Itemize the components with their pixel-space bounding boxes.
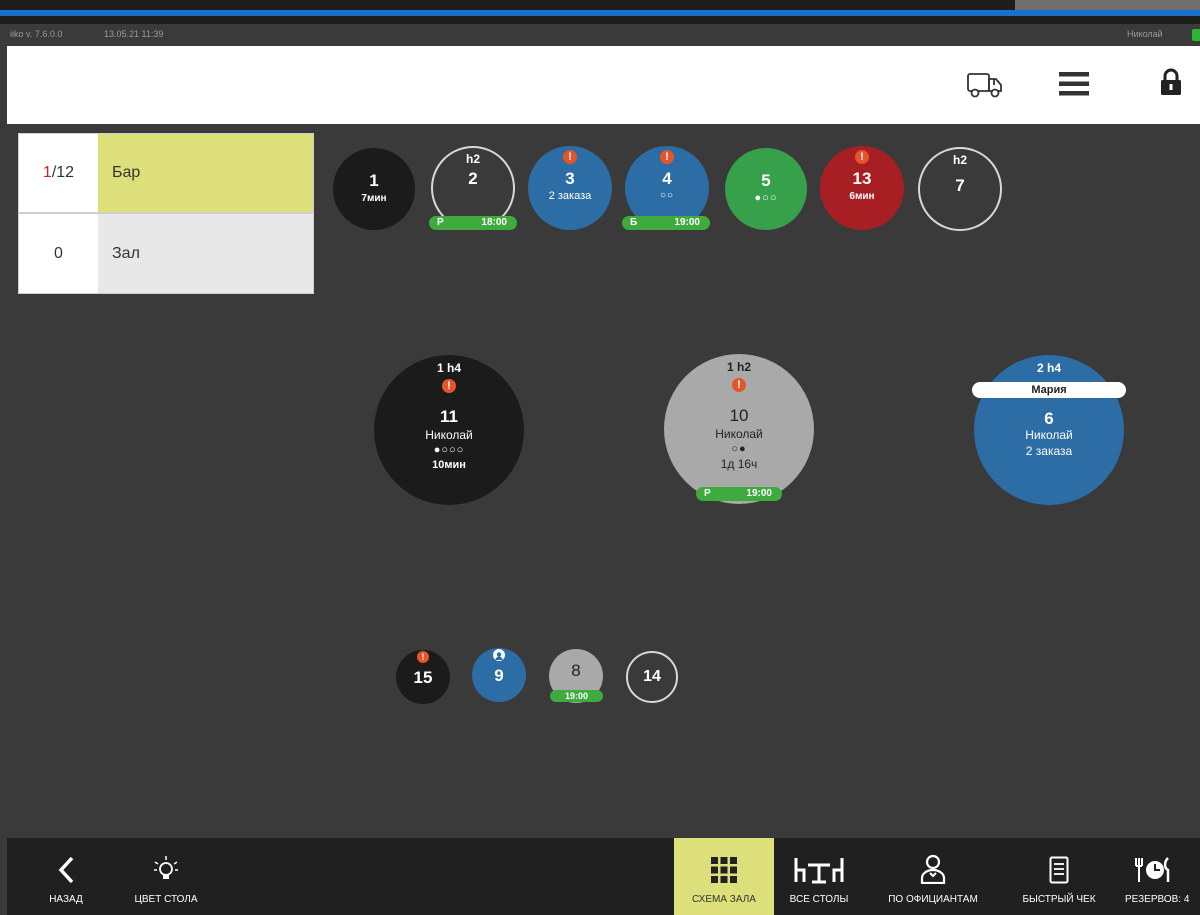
table-seats: h2 [952, 153, 967, 167]
table-color-label: ЦВЕТ СТОЛА [134, 894, 198, 905]
receipt-icon [1049, 842, 1069, 884]
table-1[interactable]: 1 7мин [333, 148, 415, 230]
table-number: 10 [729, 406, 749, 425]
app-version: iiko v. 7.6.0.0 [10, 29, 63, 39]
table-chairs-icon [794, 842, 844, 884]
table-number: 1 [369, 171, 379, 190]
table-number: 8 [571, 661, 581, 680]
table-number: 2 [468, 169, 478, 188]
table-number: 3 [565, 169, 575, 188]
section-name: Зал [98, 214, 313, 293]
table-number: 14 [643, 668, 661, 685]
bottom-toolbar: НАЗАД ЦВЕТ СТОЛА СХЕМА ЗАЛА ВСЕ СТОЛЫ ПО… [7, 838, 1200, 915]
alert-icon: ! [442, 379, 456, 393]
table-timer: 1д 16ч [720, 457, 758, 471]
current-datetime: 13.05.21 11:39 [104, 29, 164, 39]
quick-check-button[interactable]: БЫСТРЫЙ ЧЕК [1011, 838, 1107, 915]
table-number: 11 [440, 407, 458, 426]
by-waiters-label: ПО ОФИЦИАНТАМ [888, 894, 978, 905]
table-15[interactable]: ! 15 [396, 650, 450, 704]
back-label: НАЗАД [49, 894, 83, 905]
all-tables-button[interactable]: ВСЕ СТОЛЫ [780, 838, 858, 915]
hall-scheme-label: СХЕМА ЗАЛА [692, 894, 756, 905]
alert-icon: ! [855, 150, 869, 164]
table-seats: 2 h4 [1036, 361, 1061, 375]
hall-scheme-button[interactable]: СХЕМА ЗАЛА [674, 838, 774, 915]
lock-icon[interactable] [1160, 68, 1182, 100]
waiter-icon [920, 842, 946, 884]
connection-status-indicator [1192, 29, 1200, 41]
section-table-count: 0 [54, 244, 63, 262]
system-bar: iiko v. 7.6.0.0 13.05.21 11:39 Николай [0, 24, 1200, 46]
table-number: 9 [494, 666, 504, 685]
section-hall[interactable]: 0 Зал [18, 213, 314, 294]
menu-icon[interactable] [1059, 72, 1089, 100]
table-waiter: Николай [715, 427, 763, 441]
quick-check-label: БЫСТРЫЙ ЧЕК [1022, 894, 1096, 905]
table-guest-dots: ○● [731, 443, 747, 455]
alert-icon: ! [732, 378, 746, 392]
table-timer: 6мин [849, 191, 875, 202]
section-bar[interactable]: 1/12 Бар [18, 133, 314, 213]
reservations-button[interactable]: РЕЗЕРВОВ: 4 [1117, 838, 1200, 915]
section-occupied-count: 1 [42, 164, 52, 181]
section-name: Бар [98, 134, 313, 212]
table-number: 4 [662, 169, 672, 188]
alert-icon: ! [563, 150, 577, 164]
reservation-guest-pill: Мария [972, 382, 1126, 398]
table-guest-dots: ○○ [659, 190, 675, 201]
table-13[interactable]: ! 13 6мин [820, 146, 904, 230]
table-6[interactable]: 2 h4 Мария 6 Николай 2 заказа [972, 355, 1126, 505]
table-waiter: Николай [1025, 428, 1073, 442]
reservations-icon [1117, 842, 1173, 884]
table-guest-dots: ●○○○ [433, 444, 465, 456]
table-timer: 7мин [361, 193, 387, 204]
table-seats: h2 [465, 152, 480, 166]
section-table-count: 1/12 [19, 134, 98, 212]
table-5[interactable]: 5 ●○○ [725, 148, 807, 230]
table-2-reservation-badge: Р 18:00 [429, 216, 517, 230]
table-3[interactable]: ! 3 2 заказа [528, 146, 612, 230]
current-user: Николай [1127, 29, 1163, 39]
table-9[interactable]: 9 [472, 648, 526, 702]
back-button[interactable]: НАЗАД [31, 838, 101, 915]
table-orders: 2 заказа [548, 190, 592, 202]
table-14[interactable]: 14 [626, 651, 678, 703]
window-tab-strip [1015, 0, 1200, 10]
reservations-label: РЕЗЕРВОВ: 4 [1125, 894, 1190, 905]
table-seats: 1 h2 [726, 360, 751, 374]
table-number: 5 [761, 171, 771, 190]
table-seats: 1 h4 [436, 361, 461, 375]
lightbulb-icon [151, 842, 181, 884]
table-4-reservation-badge: Б 19:00 [622, 216, 710, 230]
table-timer: 10мин [432, 459, 466, 471]
table-10-reservation-badge: Р 19:00 [696, 487, 782, 501]
table-color-button[interactable]: ЦВЕТ СТОЛА [121, 838, 211, 915]
all-tables-label: ВСЕ СТОЛЫ [789, 894, 849, 905]
delivery-truck-icon[interactable] [967, 70, 1003, 104]
alert-icon: ! [660, 150, 674, 164]
table-number: 15 [413, 668, 433, 687]
section-total-count: /12 [51, 164, 75, 181]
chevron-left-icon [57, 842, 75, 884]
guest-icon [493, 649, 505, 661]
header-bar [7, 46, 1200, 124]
table-number: 13 [852, 169, 872, 188]
table-number: 6 [1044, 409, 1054, 428]
table-8-reservation-badge: 19:00 [550, 690, 603, 702]
window-accent-line [0, 10, 1200, 16]
table-10[interactable]: 1 h2 ! 10 Николай ○● 1д 16ч [664, 354, 814, 504]
hall-sections-list: 1/12 Бар 0 Зал [18, 133, 314, 294]
by-waiters-button[interactable]: ПО ОФИЦИАНТАМ [875, 838, 991, 915]
table-waiter: Николай [425, 428, 473, 442]
table-7[interactable]: h2 7 [918, 147, 1002, 231]
table-guest-dots: ●○○ [754, 192, 778, 204]
grid-icon [710, 842, 738, 884]
table-orders: 2 заказа [1025, 444, 1073, 458]
alert-icon: ! [417, 651, 429, 663]
table-number: 7 [955, 176, 965, 195]
window-top-bar [0, 0, 1200, 24]
table-11[interactable]: 1 h4 ! 11 Николай ●○○○ 10мин [374, 355, 524, 505]
